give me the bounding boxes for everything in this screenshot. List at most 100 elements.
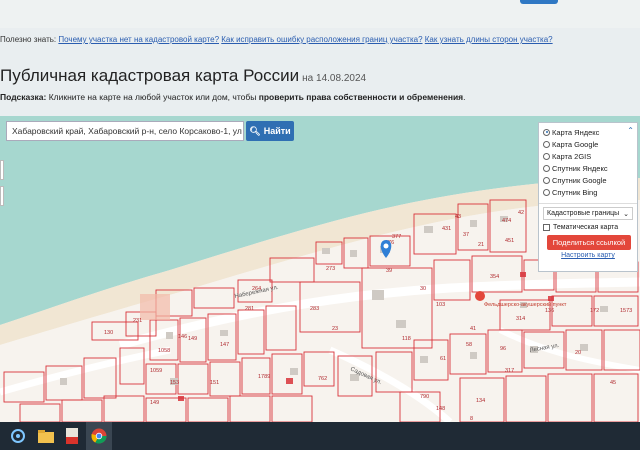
parcel-number: 281 — [245, 306, 254, 312]
parcel-number: 153 — [170, 380, 179, 386]
parcel-number: 474 — [502, 218, 511, 224]
layer-label: Спутник Bing — [552, 187, 598, 197]
layer-option-google-satellite[interactable]: Спутник Google — [543, 174, 633, 186]
parcel-number: 134 — [476, 398, 485, 404]
parcel-number: 61 — [440, 356, 446, 362]
radio-icon[interactable] — [543, 176, 550, 184]
chevron-up-icon[interactable]: ⌃ — [627, 126, 634, 135]
search-button-label: Найти — [263, 126, 291, 136]
layer-list: Карта Яндекс Карта Google Карта 2GIS Спу… — [539, 123, 637, 201]
parcel-number: 314 — [516, 316, 525, 322]
setup-map-link[interactable]: Настроить карту — [539, 252, 637, 259]
parcel-number: 37 — [463, 232, 469, 238]
search-input[interactable]: Хабаровский край, Хабаровский р-н, село … — [6, 121, 244, 141]
layer-label: Карта Яндекс — [552, 127, 600, 137]
layer-option-yandex-map[interactable]: Карта Яндекс — [543, 126, 633, 138]
taskbar — [0, 422, 640, 450]
radio-icon[interactable] — [543, 140, 550, 148]
parcel-number: 136 — [545, 308, 554, 314]
parcel-number: 43 — [455, 214, 461, 220]
hint-bold-text: проверить права собственности и обремене… — [258, 92, 464, 102]
parcel-number: 42 — [518, 210, 524, 216]
faq-bar: Полезно знать: Почему участка нет на кад… — [0, 35, 553, 44]
radio-icon[interactable] — [543, 128, 550, 136]
layer-label: Карта Google — [552, 139, 599, 149]
parcel-number: 151 — [210, 380, 219, 386]
poi-icon[interactable] — [475, 291, 485, 301]
parcel-number: 21 — [478, 242, 484, 248]
hint-end: . — [463, 92, 466, 102]
parcel-number: 377 — [392, 234, 401, 240]
radio-icon[interactable] — [543, 152, 550, 160]
parcel-number: 103 — [436, 302, 445, 308]
parcel-number: 1058 — [158, 348, 170, 354]
thematic-label: Тематическая карта — [553, 224, 619, 231]
faq-link-side-lengths[interactable]: Как узнать длины сторон участка? — [425, 35, 553, 44]
parcel-number: 1573 — [620, 308, 632, 314]
parcel-number: 149 — [150, 400, 159, 406]
hint-text: Кликните на карте на любой участок или д… — [48, 92, 257, 102]
zoom-in-control[interactable] — [0, 160, 4, 180]
parcel-number: 317 — [505, 368, 514, 374]
poi-label: Фельдшерско-акушерский пункт — [484, 301, 567, 308]
parcel-number: 283 — [310, 306, 319, 312]
parcel-number: 149 — [188, 336, 197, 342]
thematic-map-toggle[interactable]: Тематическая карта — [543, 224, 633, 231]
zoom-out-control[interactable] — [0, 186, 4, 206]
parcel-number: 264 — [252, 286, 261, 292]
layer-label: Карта 2GIS — [552, 151, 592, 161]
search-button[interactable]: 🔍︎ Найти — [246, 121, 294, 141]
chevron-down-icon: ⌄ — [623, 210, 629, 218]
layer-option-google-map[interactable]: Карта Google — [543, 138, 633, 150]
parcel-number: 790 — [420, 394, 429, 400]
parcel-number: 273 — [326, 266, 335, 272]
parcel-number: 146 — [178, 334, 187, 340]
parcel-number: 147 — [220, 342, 229, 348]
boundaries-select-value: Кадастровые границы — [547, 210, 620, 217]
chrome-browser-icon[interactable] — [91, 428, 107, 444]
checkbox-icon[interactable] — [543, 224, 550, 231]
divider — [539, 203, 637, 204]
windows-start-icon[interactable] — [10, 428, 26, 444]
browser-top-strip — [0, 0, 640, 28]
parcel-number: 172 — [590, 308, 599, 314]
parcel-number: 23 — [332, 326, 338, 332]
parcel-number: 1059 — [150, 368, 162, 374]
page-title-text: Публичная кадастровая карта России — [0, 66, 300, 85]
parcel-number: 231 — [133, 318, 142, 324]
selected-parcel-area — [140, 294, 170, 320]
parcel-number: 39 — [386, 268, 392, 274]
hint-line: Подсказка: Кликните на карте на любой уч… — [0, 92, 466, 102]
layer-label: Спутник Google — [552, 175, 607, 185]
pdf-reader-icon[interactable] — [64, 428, 80, 444]
layer-option-2gis-map[interactable]: Карта 2GIS — [543, 150, 633, 162]
parcel-number: 30 — [420, 286, 426, 292]
radio-icon[interactable] — [543, 188, 550, 196]
radio-icon[interactable] — [543, 164, 550, 172]
faq-link-missing-parcel[interactable]: Почему участка нет на кадастровой карте? — [58, 35, 219, 44]
faq-link-fix-boundaries[interactable]: Как исправить ошибку расположения границ… — [221, 35, 422, 44]
parcel-number: 148 — [436, 406, 445, 412]
file-explorer-icon[interactable] — [38, 428, 54, 444]
faq-prefix: Полезно знать: — [0, 35, 57, 44]
parcel-number: 130 — [104, 330, 113, 336]
parcel-number: 41 — [470, 326, 476, 332]
map-layer-panel: ⌃ Карта Яндекс Карта Google Карта 2GIS С… — [538, 122, 638, 272]
parcel-number: 451 — [505, 238, 514, 244]
boundaries-select[interactable]: Кадастровые границы ⌄ — [543, 207, 633, 220]
share-link-button[interactable]: Поделиться ссылкой — [547, 235, 631, 250]
parcel-number: 58 — [466, 342, 472, 348]
parcel-number: 431 — [442, 226, 451, 232]
layer-option-yandex-satellite[interactable]: Спутник Яндекс — [543, 162, 633, 174]
parcel-number: 354 — [490, 274, 499, 280]
layer-label: Спутник Яндекс — [552, 163, 608, 173]
parcel-number: 762 — [318, 376, 327, 382]
parcel-number: 96 — [500, 346, 506, 352]
search-icon: 🔍︎ — [249, 125, 261, 136]
layer-option-bing-satellite[interactable]: Спутник Bing — [543, 186, 633, 198]
parcel-number: 45 — [610, 380, 616, 386]
parcel-number: 20 — [575, 350, 581, 356]
parcel-number: 1789 — [258, 374, 270, 380]
top-blue-button[interactable] — [520, 0, 558, 4]
parcel-number: 118 — [402, 336, 411, 342]
